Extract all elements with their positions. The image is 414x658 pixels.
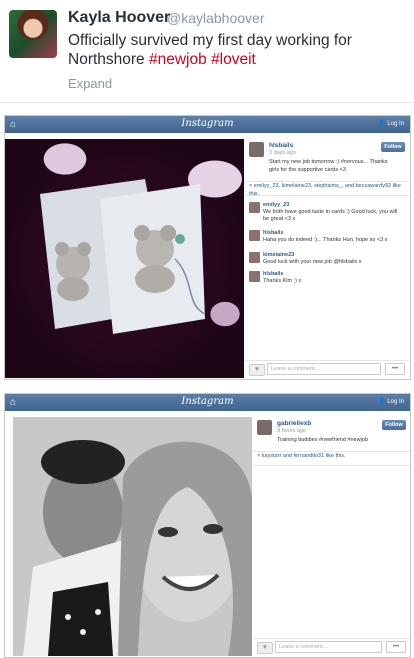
poster-avatar[interactable] bbox=[249, 142, 264, 157]
heart-icon: ♥ bbox=[257, 453, 261, 459]
instagram-bar: ⌂ Instagram 👤 Log In bbox=[5, 116, 410, 133]
hashtag-newjob[interactable]: #newjob bbox=[149, 51, 207, 68]
cards-illustration bbox=[40, 179, 206, 334]
likes-line[interactable]: ♥ kaystarr and fernandito31 like this. bbox=[253, 451, 410, 466]
heart-icon: ♥ bbox=[249, 183, 253, 189]
user-handle[interactable]: @kaylabhoover bbox=[167, 10, 265, 26]
like-button[interactable]: ♥ bbox=[249, 364, 265, 376]
follow-button[interactable]: Follow bbox=[382, 420, 406, 430]
poster-username[interactable]: hlsbails bbox=[269, 142, 293, 149]
comment-text: We both have good taste in cards :) Good… bbox=[263, 209, 398, 222]
instagram-embed-1: ⌂ Instagram 👤 Log In hlsbails 3 days ago… bbox=[4, 115, 411, 380]
comment-input[interactable]: Leave a comment... bbox=[275, 641, 382, 653]
user-name[interactable]: Kayla Hoover bbox=[68, 9, 170, 27]
tweet: Kayla Hoover @kaylabhoover Officially su… bbox=[0, 0, 414, 108]
post-sidebar: gabriellexb 9 hours ago Training buddies… bbox=[253, 417, 410, 656]
comment-row: ♥ Leave a comment... ••• bbox=[253, 638, 410, 655]
more-button[interactable]: ••• bbox=[385, 363, 405, 375]
follow-button[interactable]: Follow bbox=[381, 142, 405, 152]
commenter-avatar[interactable] bbox=[249, 271, 260, 282]
post-photo[interactable] bbox=[13, 417, 252, 656]
expand-link[interactable]: Expand bbox=[68, 76, 112, 91]
commenter-avatar[interactable] bbox=[249, 252, 260, 263]
commenter-username[interactable]: hlsbails bbox=[263, 230, 283, 236]
tweet-text: Officially survived my first day working… bbox=[68, 31, 408, 69]
post-caption: Start my new job tomorrow :) #nervous...… bbox=[269, 159, 388, 173]
more-button[interactable]: ••• bbox=[386, 641, 406, 653]
divider bbox=[0, 102, 414, 103]
instagram-logo[interactable]: Instagram bbox=[5, 396, 410, 407]
comment-text: Good luck with your new job @hlsbails x bbox=[263, 259, 362, 265]
login-link[interactable]: 👤 Log In bbox=[378, 398, 404, 405]
instagram-embed-2: ⌂ Instagram 👤 Log In gabriellexb 9 hours… bbox=[4, 393, 411, 658]
instagram-logo[interactable]: Instagram bbox=[5, 118, 410, 129]
commenter-username[interactable]: hlsbails bbox=[263, 271, 283, 277]
likes-line[interactable]: ♥ emilyy_23, kimelaine23, stephsims_, an… bbox=[245, 181, 409, 197]
comment-row: ♥ Leave a comment... ••• bbox=[245, 360, 409, 377]
comment-text: Haha you do indeed :)... Thanks Hun, hop… bbox=[263, 237, 388, 243]
instagram-bar: ⌂ Instagram 👤 Log In bbox=[5, 394, 410, 411]
post-sidebar: hlsbails 3 days ago Start my new job tom… bbox=[245, 139, 409, 378]
likes-text: emilyy_23, kimelaine23, stephsims_, and … bbox=[249, 183, 401, 197]
commenter-username[interactable]: emilyy_23 bbox=[263, 202, 289, 208]
poster-avatar[interactable] bbox=[257, 420, 272, 435]
comment-item: hlsbails Thanks Kim :) x bbox=[249, 271, 399, 287]
poster-username[interactable]: gabriellexb bbox=[277, 420, 311, 427]
post-photo[interactable] bbox=[5, 139, 244, 378]
comment-item: hlsbails Haha you do indeed :)... Thanks… bbox=[249, 230, 399, 248]
comment-item: emilyy_23 We both have good taste in car… bbox=[249, 202, 399, 224]
commenter-avatar[interactable] bbox=[249, 202, 260, 213]
avatar[interactable] bbox=[9, 10, 57, 58]
commenter-username[interactable]: kimelaine23 bbox=[263, 252, 294, 258]
login-link[interactable]: 👤 Log In bbox=[378, 120, 404, 127]
login-label: Log In bbox=[387, 121, 404, 127]
login-label: Log In bbox=[387, 399, 404, 405]
post-time: 3 days ago bbox=[269, 150, 296, 156]
hashtag-loveit[interactable]: #loveit bbox=[211, 51, 256, 68]
comment-text: Thanks Kim :) x bbox=[263, 278, 302, 284]
like-button[interactable]: ♥ bbox=[257, 642, 273, 654]
post-caption: Training buddies #newfriend #newjob bbox=[277, 437, 368, 443]
comment-item: kimelaine23 Good luck with your new job … bbox=[249, 252, 399, 268]
commenter-avatar[interactable] bbox=[249, 230, 260, 241]
comment-input[interactable]: Leave a comment... bbox=[267, 363, 381, 375]
post-time: 9 hours ago bbox=[277, 428, 307, 434]
selfie-illustration bbox=[13, 417, 252, 656]
likes-text: kaystarr and fernandito31 like this. bbox=[261, 453, 346, 459]
tweet-body: Officially survived my first day working… bbox=[68, 32, 352, 68]
